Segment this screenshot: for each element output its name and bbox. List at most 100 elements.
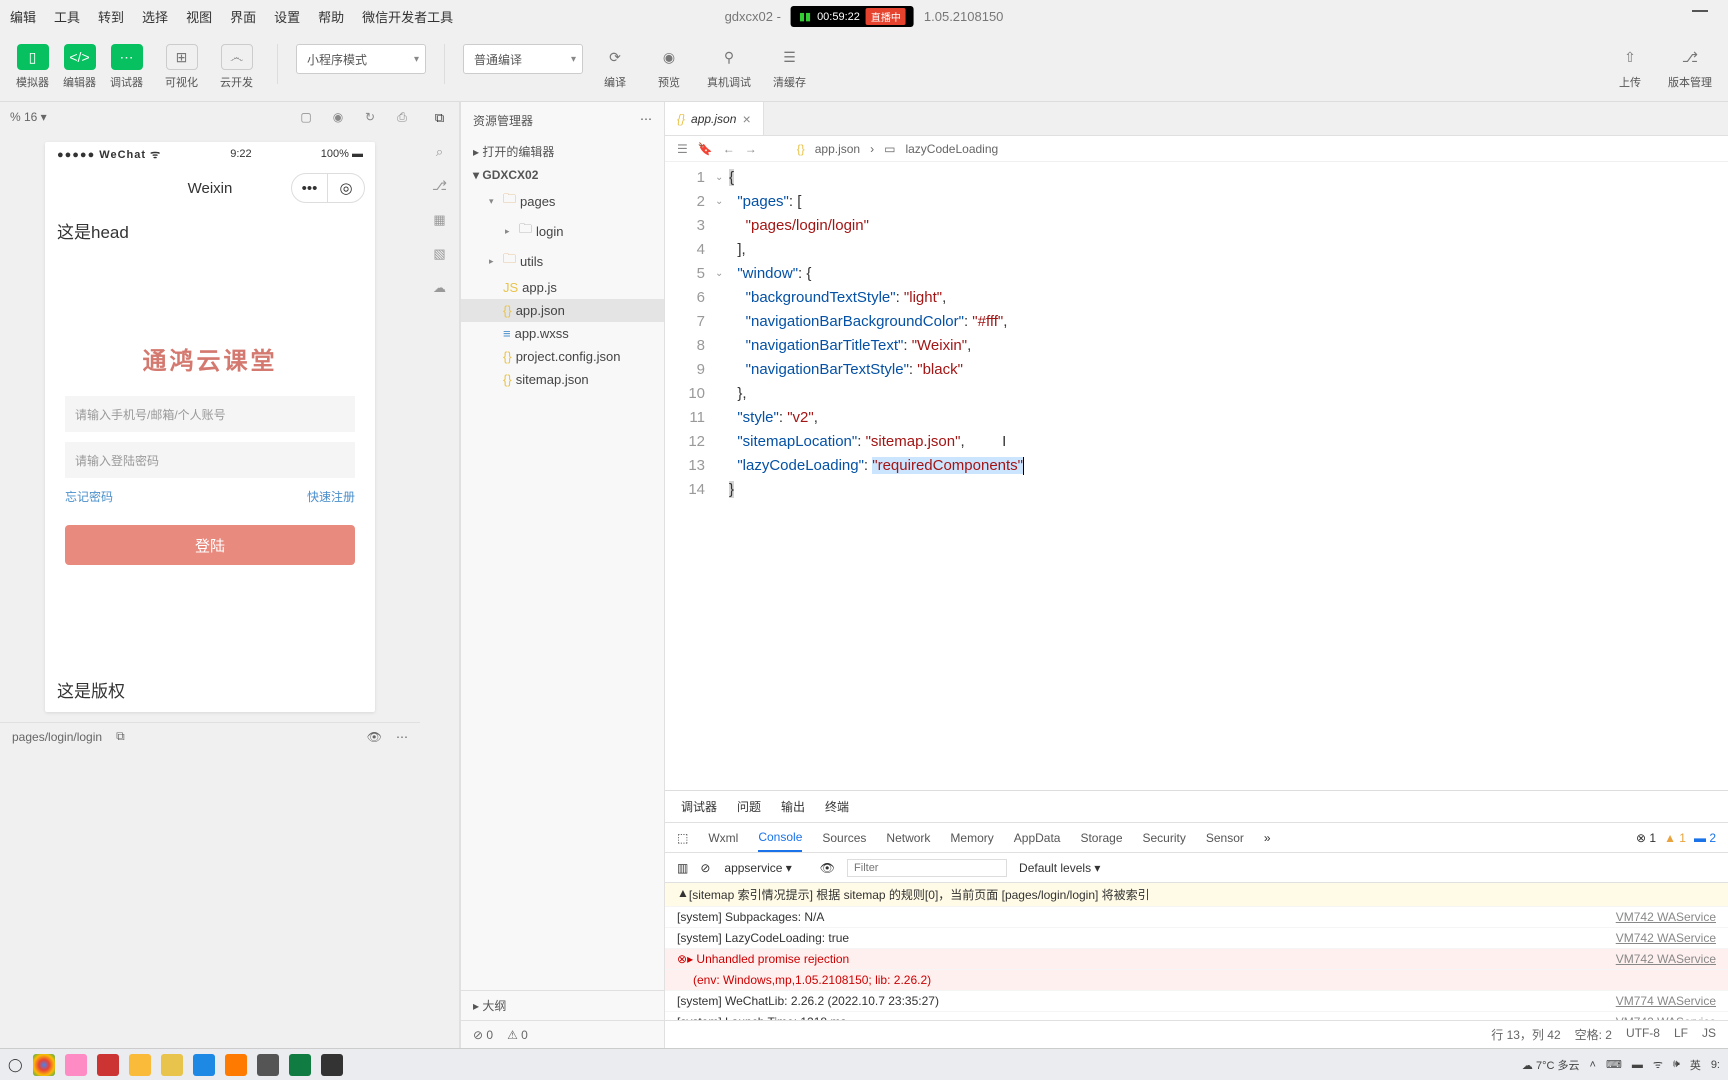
console-src[interactable]: VM742 WAService [1616,910,1716,924]
realdevice-button[interactable]: ⚲真机调试 [701,40,757,94]
tray-volume[interactable]: 🕪 [1673,1058,1680,1071]
panel-problems[interactable]: 问题 [737,790,761,823]
panel-output[interactable]: 输出 [781,790,805,823]
cloud-icon[interactable]: ☁ [433,280,446,296]
console-filter[interactable] [847,859,1007,877]
breadcrumb-key[interactable]: lazyCodeLoading [905,142,998,156]
menu-edit[interactable]: 编辑 [10,7,36,26]
status-err[interactable]: ⊘ 0 [473,1028,493,1042]
panel-terminal[interactable]: 终端 [825,790,849,823]
password-input[interactable]: 请输入登陆密码 [65,442,355,478]
zoom-select[interactable]: % 16 ▾ [10,110,47,124]
tree-sitemap[interactable]: {}sitemap.json [461,368,664,391]
info-badge[interactable]: ▬ 2 [1694,831,1716,845]
tab-appjson[interactable]: {} app.json × [665,102,764,135]
list-icon[interactable]: ☰ [677,142,688,156]
tree-projconf[interactable]: {}project.config.json [461,345,664,368]
menu-devtools[interactable]: 微信开发者工具 [362,7,453,26]
rotate-icon[interactable]: ↻ [362,109,378,125]
compile-mode-select[interactable]: 普通编译 [463,44,583,74]
ime-indicator[interactable]: 英 [1690,1057,1701,1073]
app-icon-5[interactable] [225,1054,247,1076]
forward-icon[interactable]: → [745,142,757,156]
dt-console[interactable]: Console [758,824,802,852]
tree-appwxss[interactable]: ≡app.wxss [461,322,664,345]
username-input[interactable]: 请输入手机号/邮箱/个人账号 [65,396,355,432]
dt-security[interactable]: Security [1143,825,1186,851]
breadcrumb-file[interactable]: app.json [815,142,860,156]
context-select[interactable]: appservice ▾ [722,859,807,877]
version-mgmt-button[interactable]: ⎇版本管理 [1662,40,1718,94]
menu-select[interactable]: 选择 [142,7,168,26]
upload-button[interactable]: ⇧上传 [1608,40,1652,94]
live-expr-icon[interactable]: 👁 [820,861,835,875]
more-icon[interactable]: ⋯ [396,730,408,744]
tray-chevron[interactable]: ˄ [1590,1059,1596,1071]
tree-appjs[interactable]: JSapp.js [461,276,664,299]
warn-badge[interactable]: ▲ 1 [1664,831,1686,845]
eye-icon[interactable]: 👁 [367,730,382,744]
app-icon-3[interactable] [129,1054,151,1076]
status-warn[interactable]: ⚠ 0 [507,1028,528,1042]
weather-widget[interactable]: ☁ 7°C 多云 [1522,1057,1580,1073]
ext-icon[interactable]: ▦ [433,212,445,228]
menu-settings[interactable]: 设置 [274,7,300,26]
app-icon-7[interactable] [321,1054,343,1076]
console-clear-icon[interactable]: ⊘ [700,861,710,875]
menu-dots-icon[interactable]: ••• [292,174,328,202]
console-src[interactable]: VM774 WAService [1616,994,1716,1008]
mode-select[interactable]: 小程序模式 [296,44,426,74]
cloud-button[interactable]: ෴云开发 [214,40,259,94]
menu-view[interactable]: 视图 [186,7,212,26]
project-section[interactable]: ▾ GDXCX02 [461,164,664,186]
panel-debugger[interactable]: 调试器 [681,790,717,823]
forgot-link[interactable]: 忘记密码 [65,488,113,505]
eol-indicator[interactable]: LF [1674,1026,1688,1043]
menu-tools[interactable]: 工具 [54,7,80,26]
dt-wxml[interactable]: Wxml [708,825,738,851]
explorer-icon[interactable]: ⧉ [435,110,444,126]
error-badge[interactable]: ⊗ 1 [1636,831,1656,845]
outline-section[interactable]: ▸ 大纲 [461,990,664,1020]
tray-keyboard[interactable]: ⌨ [1606,1058,1622,1071]
clearcache-button[interactable]: ☰清缓存 [767,40,812,94]
menu-ui[interactable]: 界面 [230,7,256,26]
login-button[interactable]: 登陆 [65,525,355,565]
dt-more-icon[interactable]: » [1264,831,1271,845]
console-output[interactable]: ▲ [sitemap 索引情况提示] 根据 sitemap 的规则[0]，当前页… [665,883,1728,1020]
git-icon[interactable]: ⎇ [432,178,447,194]
lang-indicator[interactable]: JS [1702,1026,1716,1043]
spaces-indicator[interactable]: 空格: 2 [1575,1026,1612,1043]
tray-time[interactable]: 9: [1711,1059,1720,1071]
open-editors-section[interactable]: ▸ 打开的编辑器 [461,139,664,164]
search-icon[interactable]: ⌕ [436,144,443,160]
tree-utils[interactable]: ▸🗀utils [461,246,664,276]
code-content[interactable]: { "pages": [ "pages/login/login" ], "win… [729,162,1728,790]
dt-storage[interactable]: Storage [1080,825,1122,851]
bookmark-icon[interactable]: 🔖 [698,142,713,156]
app-icon-4[interactable] [193,1054,215,1076]
app-icon-6[interactable] [257,1054,279,1076]
fold-column[interactable]: ⌄⌄⌄ [715,162,729,790]
ext2-icon[interactable]: ▧ [433,246,445,262]
folder-icon[interactable] [161,1054,183,1076]
menu-help[interactable]: 帮助 [318,7,344,26]
cursor-pos[interactable]: 行 13，列 42 [1491,1026,1560,1043]
visual-button[interactable]: ⊞可视化 [159,40,204,94]
tree-pages[interactable]: ▾🗀pages [461,186,664,216]
dt-sensor[interactable]: Sensor [1206,825,1244,851]
code-editor[interactable]: 1234567891011121314 ⌄⌄⌄ { "pages": [ "pa… [665,162,1728,790]
inspect-icon[interactable]: ⬚ [677,831,688,845]
explorer-more-icon[interactable]: ⋯ [640,112,652,129]
dt-appdata[interactable]: AppData [1014,825,1061,851]
tree-login[interactable]: ▸🗀login [461,216,664,246]
excel-icon[interactable] [289,1054,311,1076]
copy-icon[interactable]: ⧉ [116,729,125,744]
dt-sources[interactable]: Sources [822,825,866,851]
compile-button[interactable]: ⟳编译 [593,40,637,94]
console-sidebar-icon[interactable]: ▥ [677,861,688,875]
menu-goto[interactable]: 转到 [98,7,124,26]
register-link[interactable]: 快速注册 [307,488,355,505]
start-button[interactable]: ◯ [8,1057,23,1073]
preview-button[interactable]: ◉预览 [647,40,691,94]
